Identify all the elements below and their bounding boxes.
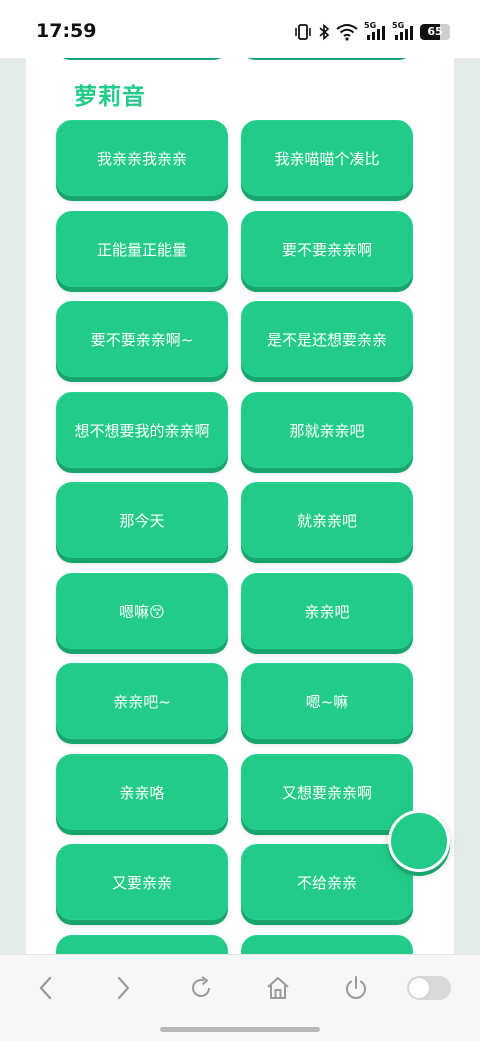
status-time: 17:59 [36,20,97,42]
sound-button[interactable]: 我亲亲我亲亲 [56,120,228,196]
wifi-icon [336,23,358,41]
content-card[interactable]: 萝莉音 我亲亲我亲亲 我亲喵喵个凑比 正能量正能量 要不要亲亲啊 要不要亲亲啊~ 是不是还… [26,52,454,954]
sound-button[interactable]: 要不要亲亲啊 [241,211,413,287]
refresh-icon[interactable] [186,973,216,1003]
toggle-switch[interactable] [407,976,451,1000]
sound-button[interactable]: 亲亲咯 [56,754,228,830]
floating-action-button[interactable] [388,810,450,872]
forward-icon[interactable] [108,973,138,1003]
sound-button[interactable]: 那今天 [56,482,228,558]
cellular-signal-icon-1: 5G [364,21,386,41]
toggle-knob [408,977,430,999]
sound-button[interactable]: 是不是还想要亲亲 [241,301,413,377]
sound-button[interactable]: 不给亲亲 [241,844,413,920]
battery-level: 65 [427,25,443,38]
home-icon[interactable] [263,973,293,1003]
browser-toolbar [0,954,480,1041]
sound-button[interactable] [56,935,228,954]
sound-button[interactable]: 想不想要我的亲亲啊 [56,392,228,468]
sound-button[interactable]: 亲亲吧~ [56,663,228,739]
home-indicator[interactable] [160,1027,320,1032]
sound-button[interactable] [241,935,413,954]
status-bar: 17:59 5G 5G 65 [0,0,480,58]
power-icon[interactable] [341,973,371,1003]
sound-button[interactable]: 亲亲吧 [241,573,413,649]
sound-button[interactable]: 就亲亲吧 [241,482,413,558]
sound-button[interactable]: 我亲喵喵个凑比 [241,120,413,196]
sound-button[interactable]: 嗯~嘛 [241,663,413,739]
sound-button[interactable]: 正能量正能量 [56,211,228,287]
section-title: 萝莉音 [74,84,146,110]
battery-icon: 65 [420,24,450,40]
sound-button[interactable]: 又想要亲亲啊 [241,754,413,830]
screen: 17:59 5G 5G 65 萝莉音 我亲亲我亲亲 我亲喵喵个凑比 正能量正能量… [0,0,480,1041]
bluetooth-icon [318,23,330,41]
sound-button[interactable]: 要不要亲亲啊~ [56,301,228,377]
sound-button[interactable]: 又要亲亲 [56,844,228,920]
back-icon[interactable] [31,973,61,1003]
cellular-signal-icon-2: 5G [392,21,414,41]
status-icons: 5G 5G 65 [294,21,450,42]
vibrate-icon [294,23,312,41]
sound-button[interactable]: 那就亲亲吧 [241,392,413,468]
sound-button[interactable]: 嗯嘛😚 [56,573,228,649]
